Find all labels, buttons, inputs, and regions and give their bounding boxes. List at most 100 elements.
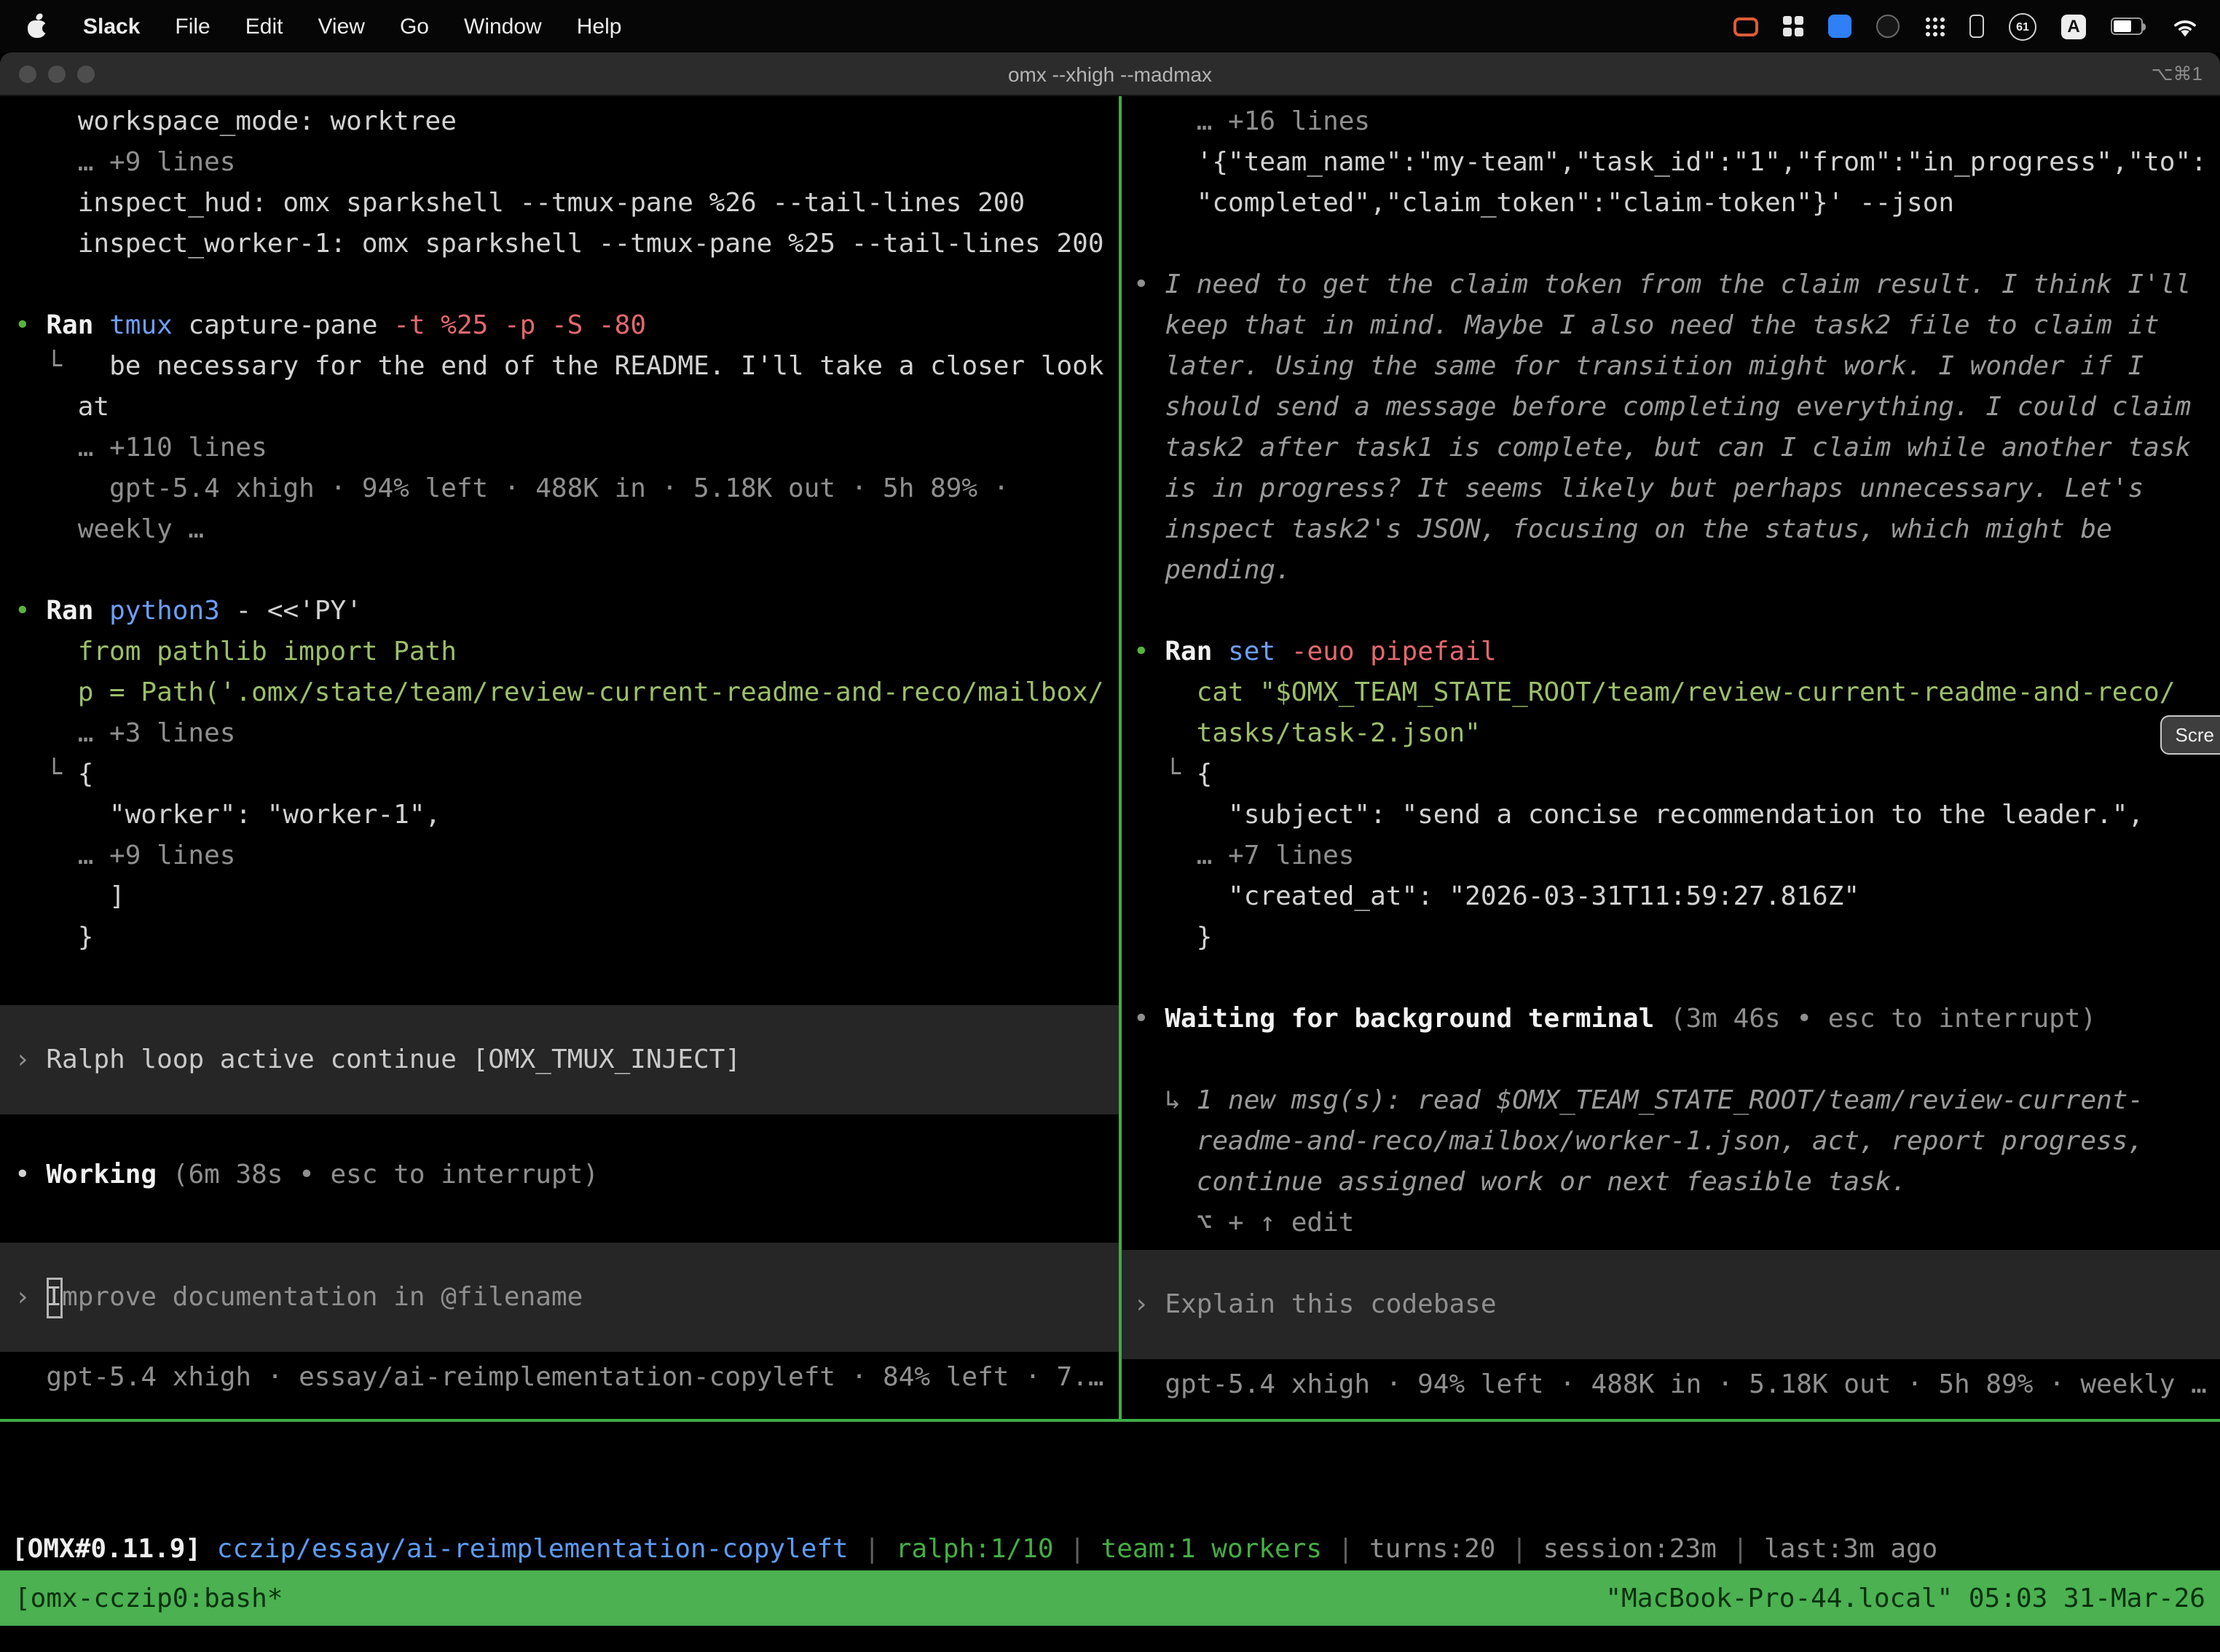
prompt-band[interactable]: › Ralph loop active continue [OMX_TMUX_I… [0,1005,1119,1114]
text-segment: continue assigned work or next feasible … [1133,1167,1907,1197]
dark-app-icon[interactable] [1876,15,1900,38]
text-segment: capture-pane [173,310,393,341]
wifi-icon[interactable] [2170,15,2200,37]
text-segment: › [15,1039,46,1080]
text-segment [201,1534,217,1565]
terminal-line [15,1196,1119,1237]
battery-icon[interactable] [2111,17,2146,35]
terminal-line: gpt-5.4 xhigh · essay/ai-reimplementatio… [15,1358,1119,1399]
text-segment: workspace_mode: worktree [15,106,457,137]
text-segment: python3 [109,596,220,626]
text-segment: › [1133,1284,1165,1325]
text-segment: • [15,310,46,341]
battery-percent-icon[interactable]: 61 [2009,12,2036,40]
text-segment: tasks/task-2.json" [1133,718,1481,749]
text-segment: readme-and-reco/mailbox/worker-1.json, a… [1133,1126,2144,1157]
text-segment: later. Using the same for transition mig… [1133,351,2144,382]
terminal-line [1133,591,2220,632]
text-segment: p = Path('.omx/state/team/review-current… [15,677,1104,708]
terminal-line: } [15,918,1119,959]
text-segment: inspect task2's JSON, focusing on the st… [1133,514,2112,545]
apple-menu-icon[interactable] [26,14,48,39]
terminal-line: "completed","claim_token":"claim-token"}… [1133,184,2220,224]
text-segment: last:3m ago [1764,1534,1937,1565]
text-segment: pending. [1133,555,1291,586]
terminal-line: at [15,388,1119,428]
window-grid-icon[interactable] [1783,16,1803,36]
menu-items: File Edit View Go Window Help [175,14,621,39]
terminal-line: readme-and-reco/mailbox/worker-1.json, a… [1133,1122,2220,1163]
menu-bar-status-icons: 61 A [1733,12,2220,40]
text-segment: "created_at": "2026-03-31T11:59:27.816Z" [1133,881,1859,912]
terminal-line: └ be necessary for the end of the README… [15,347,1119,388]
text-segment: … +7 lines [1133,841,1354,871]
text-segment: › [15,1277,46,1318]
terminal-line: continue assigned work or next feasible … [1133,1163,2220,1203]
keyboard-layout-icon[interactable]: A [2061,14,2086,39]
text-segment: Ran [46,310,93,341]
menu-go[interactable]: Go [400,14,429,39]
text-segment: -euo pipefail [1291,637,1497,667]
terminal-line: … +110 lines [15,428,1119,469]
zoom-button[interactable] [77,65,95,82]
text-segment [1212,637,1228,667]
terminal-pane-right[interactable]: … +16 lines '{"team_name":"my-team","tas… [1122,96,2220,1419]
terminal-line [15,1114,1119,1155]
text-segment: (6m 38s • esc to interrupt) [157,1160,599,1190]
tmux-host-time: "MacBook-Pro-44.local" 05:03 31-Mar-26 [1605,1583,2205,1613]
menu-view[interactable]: View [318,14,365,39]
menu-edit[interactable]: Edit [245,14,283,39]
menu-bar-left: Slack File Edit View Go Window Help [0,14,621,39]
terminal-line [15,265,1119,306]
app-menu-title[interactable]: Slack [83,14,140,39]
terminal-line: • Ran tmux capture-pane -t %25 -p -S -80 [15,306,1119,347]
terminal-line: keep that in mind. Maybe I also need the… [1133,306,2220,347]
minimize-button[interactable] [48,65,66,82]
terminal-line: … +9 lines [15,143,1119,184]
text-segment: … +9 lines [15,147,235,178]
text-segment: gpt-5.4 xhigh · 94% left · 488K in · 5.1… [1133,1369,2207,1400]
text-segment: Ralph loop active continue [OMX_TMUX_INJ… [46,1039,741,1080]
terminal-line: pending. [1133,551,2220,591]
dots-grid-icon[interactable] [1924,16,1945,36]
screen-notification[interactable]: Scre [2161,715,2220,755]
text-segment: { [78,759,94,790]
text-segment: at [15,392,109,422]
text-segment: Explain this codebase [1165,1284,1496,1325]
terminal-pane-left[interactable]: workspace_mode: worktree … +9 lines insp… [0,96,1122,1419]
terminal-line: … +3 lines [15,714,1119,755]
terminal-line: gpt-5.4 xhigh · 94% left · 488K in · 5.1… [15,469,1119,510]
text-segment: { [1197,759,1213,790]
prompt-band[interactable]: › Improve documentation in @filename [0,1243,1119,1352]
terminal-area: workspace_mode: worktree … +9 lines insp… [0,96,2220,1419]
terminal-line: is in progress? It seems likely but perh… [1133,469,2220,510]
text-segment: cat "$OMX_TEAM_STATE_ROOT/team/review-cu… [1133,677,2176,708]
text-segment: -t %25 -p -S -80 [393,310,646,341]
blue-app-icon[interactable] [1828,15,1851,38]
text-segment: … +3 lines [15,718,235,749]
text-segment: • [1133,637,1165,667]
text-segment: keep that in mind. Maybe I also need the… [1133,310,2160,341]
terminal-line: ↳ 1 new msg(s): read $OMX_TEAM_STATE_ROO… [1133,1081,2220,1122]
close-button[interactable] [19,65,36,82]
prompt-band[interactable]: › Explain this codebase [1122,1250,2220,1359]
text-segment: [OMX#0.11.9] [12,1534,201,1565]
text-segment: | [1717,1534,1764,1565]
text-segment: "worker": "worker-1", [15,800,441,830]
text-segment: • [1133,1004,1165,1034]
terminal-line: } [1133,918,2220,959]
terminal-line: '{"team_name":"my-team","task_id":"1","f… [1133,143,2220,184]
menu-file[interactable]: File [175,14,210,39]
menu-window[interactable]: Window [464,14,542,39]
text-segment: • [15,1160,46,1190]
text-segment: | [1054,1534,1101,1565]
window-title: omx --xhigh --madmax [1008,62,1212,85]
phone-icon[interactable] [1969,15,1984,38]
terminal-line: p = Path('.omx/state/team/review-current… [15,673,1119,714]
text-segment: weekly … [15,514,204,545]
text-segment: … +16 lines [1133,106,1370,137]
screen-recording-icon[interactable] [1733,17,1758,36]
menu-help[interactable]: Help [577,14,622,39]
window-title-bar: omx --xhigh --madmax ⌥⌘1 [0,52,2220,96]
text-segment: • [15,596,46,626]
